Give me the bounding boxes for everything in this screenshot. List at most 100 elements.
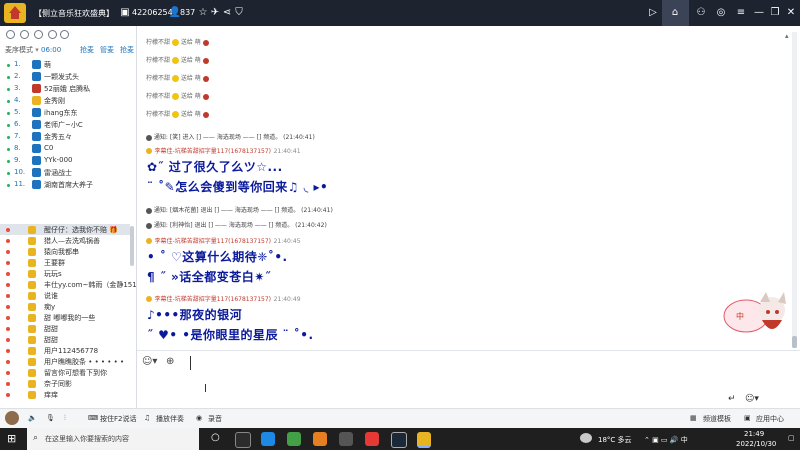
manage-mic-link[interactable]: 管麦: [100, 45, 114, 55]
queue-item[interactable]: 8. C0: [0, 144, 136, 156]
grab-mic-link-2[interactable]: 抢麦: [120, 45, 134, 55]
queue-item[interactable]: 7. 金秀五々: [0, 132, 136, 144]
emoji-icon[interactable]: ☺▾: [142, 356, 157, 367]
maximize-icon[interactable]: ❐: [768, 6, 782, 20]
gift-sender[interactable]: 柠檬不甜: [146, 39, 170, 46]
smile-icon[interactable]: ☺▾: [745, 394, 759, 404]
taskbar-app-icon[interactable]: [365, 432, 379, 446]
steam-icon[interactable]: [391, 432, 407, 448]
taskbar-search[interactable]: ⌕ 在这里输入你要搜索的内容: [27, 428, 199, 450]
task-view-icon[interactable]: ○: [211, 432, 220, 443]
accompany-button[interactable]: 播放伴奏: [156, 414, 184, 424]
mic-icon[interactable]: 🎙: [46, 414, 55, 422]
queue-item[interactable]: 3. 52丽娥 启腾私: [0, 84, 136, 96]
online-user[interactable]: 甜 嘟嘟我的一些: [0, 313, 136, 324]
template-icon[interactable]: ▦: [690, 414, 697, 422]
yy-app-icon[interactable]: [417, 432, 431, 448]
home-button[interactable]: ⌂: [662, 0, 689, 26]
gift-sender[interactable]: 柠檬不甜: [146, 93, 170, 100]
online-user[interactable]: 痴y: [0, 302, 136, 313]
sender-name[interactable]: 李幕佳-坑梯苦甜招字量117(1678137157): [155, 238, 271, 245]
close-icon[interactable]: ✕: [784, 6, 798, 20]
taskbar-app-icon[interactable]: [339, 432, 353, 446]
online-user[interactable]: 王要群: [0, 258, 136, 269]
online-user[interactable]: 用户瞧瞧胶条 • • • • • •: [0, 357, 136, 368]
user-badge-icon: [32, 84, 41, 93]
search-icon[interactable]: [60, 30, 69, 39]
gif-icon[interactable]: ⊕: [166, 356, 174, 367]
queue-user-name: 一颗发式头: [44, 73, 79, 81]
apps-icon[interactable]: ▣: [744, 414, 751, 422]
online-user[interactable]: 用户112456778: [0, 346, 136, 357]
online-user[interactable]: 猿向我都串: [0, 247, 136, 258]
queue-item[interactable]: 6. 老师广~小C: [0, 120, 136, 132]
taskbar-app-icon[interactable]: [287, 432, 301, 446]
queue-item[interactable]: 1. 萌: [0, 60, 136, 72]
scroll-up-icon[interactable]: ▴: [785, 32, 789, 40]
send-icon[interactable]: ↵: [728, 394, 736, 404]
shield-icon[interactable]: ⛉: [232, 6, 246, 20]
user-badge-icon: [32, 108, 41, 117]
taskbar-app-icon[interactable]: [235, 432, 251, 448]
channel-template-button[interactable]: 频道模板: [703, 414, 731, 424]
tray-icons[interactable]: ⌃ ▣ ▭ 🔊 中: [644, 435, 688, 445]
online-user[interactable]: 玩玩s: [0, 269, 136, 280]
user-icon[interactable]: [6, 30, 15, 39]
message-input-area[interactable]: [137, 350, 800, 411]
gift-sender[interactable]: 柠檬不甜: [146, 75, 170, 82]
people-icon[interactable]: ⚇: [694, 6, 708, 20]
taskbar-app-icon[interactable]: [313, 432, 327, 446]
avatar[interactable]: [5, 411, 19, 425]
status-dot: [7, 76, 10, 79]
keyboard-icon[interactable]: ⌨: [88, 414, 98, 422]
music-icon[interactable]: ♫: [144, 414, 150, 422]
settings-icon[interactable]: ≡: [734, 6, 748, 20]
record-button[interactable]: 录音: [208, 414, 222, 424]
status-dot: [6, 338, 10, 342]
gamepad-icon[interactable]: ◎: [714, 6, 728, 20]
location-icon[interactable]: [34, 30, 43, 39]
online-user[interactable]: 甜甜: [0, 324, 136, 335]
queue-item[interactable]: 11. 湖南首席大养子: [0, 180, 136, 192]
queue-item[interactable]: 4. 金秀刚: [0, 96, 136, 108]
queue-item[interactable]: 2. 一颗发式头: [0, 72, 136, 84]
record-icon[interactable]: ◉: [196, 414, 202, 422]
online-user[interactable]: 醒仔仔：选我你不赔 🎁: [0, 225, 136, 236]
windows-start-icon[interactable]: ⊞: [7, 432, 16, 445]
weather-text[interactable]: 18°C 多云: [598, 435, 632, 445]
home-tab-icon[interactable]: [20, 30, 29, 39]
minimize-icon[interactable]: —: [752, 6, 766, 20]
grab-mic-link[interactable]: 抢麦: [80, 45, 94, 55]
sender-name[interactable]: 李幕佳-坑梯苦甜招字量117(1678137157): [155, 296, 271, 303]
online-user[interactable]: 奈子同影: [0, 379, 136, 390]
queue-item[interactable]: 9. YYk-000: [0, 156, 136, 168]
clock-time[interactable]: 21:49: [744, 430, 764, 438]
gift-sender[interactable]: 柠檬不甜: [146, 111, 170, 118]
notification-icon[interactable]: ▢: [788, 434, 795, 442]
online-user[interactable]: 痒痒: [0, 390, 136, 401]
speaker-icon[interactable]: 🔈: [28, 414, 37, 422]
online-user[interactable]: 猎人—去洗鸡锅善: [0, 236, 136, 247]
sender-name[interactable]: 李幕佳-坑梯苦甜招字量117(1678137157): [155, 148, 271, 155]
equalizer-icon[interactable]: ⫶: [64, 414, 66, 423]
mic-mode-row[interactable]: 麦序模式 ▾ 06:00: [5, 45, 61, 55]
folder-icon[interactable]: [48, 30, 57, 39]
anime-avatar-sticker: 中: [722, 290, 794, 340]
taskbar-app-icon[interactable]: [261, 432, 275, 446]
status-dot: [7, 64, 10, 67]
online-user[interactable]: 丰仕yy.com~韩雨（金静1517000: [0, 280, 155, 291]
online-user[interactable]: 甜甜: [0, 335, 136, 346]
push-to-talk-label[interactable]: 按住F2说话: [100, 414, 136, 424]
online-user[interactable]: 说谁: [0, 291, 136, 302]
app-center-button[interactable]: 应用中心: [756, 414, 784, 424]
online-user[interactable]: 留言你可想看下到你: [0, 368, 136, 379]
member-scrollbar[interactable]: [130, 226, 134, 266]
queue-number: 7.: [14, 132, 21, 140]
status-dot: [7, 88, 10, 91]
queue-item[interactable]: 10. 雷涵战士: [0, 168, 136, 180]
clock-date[interactable]: 2022/10/30: [736, 440, 776, 448]
gift-sender[interactable]: 柠檬不甜: [146, 57, 170, 64]
message-line: ♪•••那夜的银河: [147, 308, 243, 322]
video-icon[interactable]: ▷: [646, 6, 660, 20]
queue-item[interactable]: 5. ihang东东: [0, 108, 136, 120]
